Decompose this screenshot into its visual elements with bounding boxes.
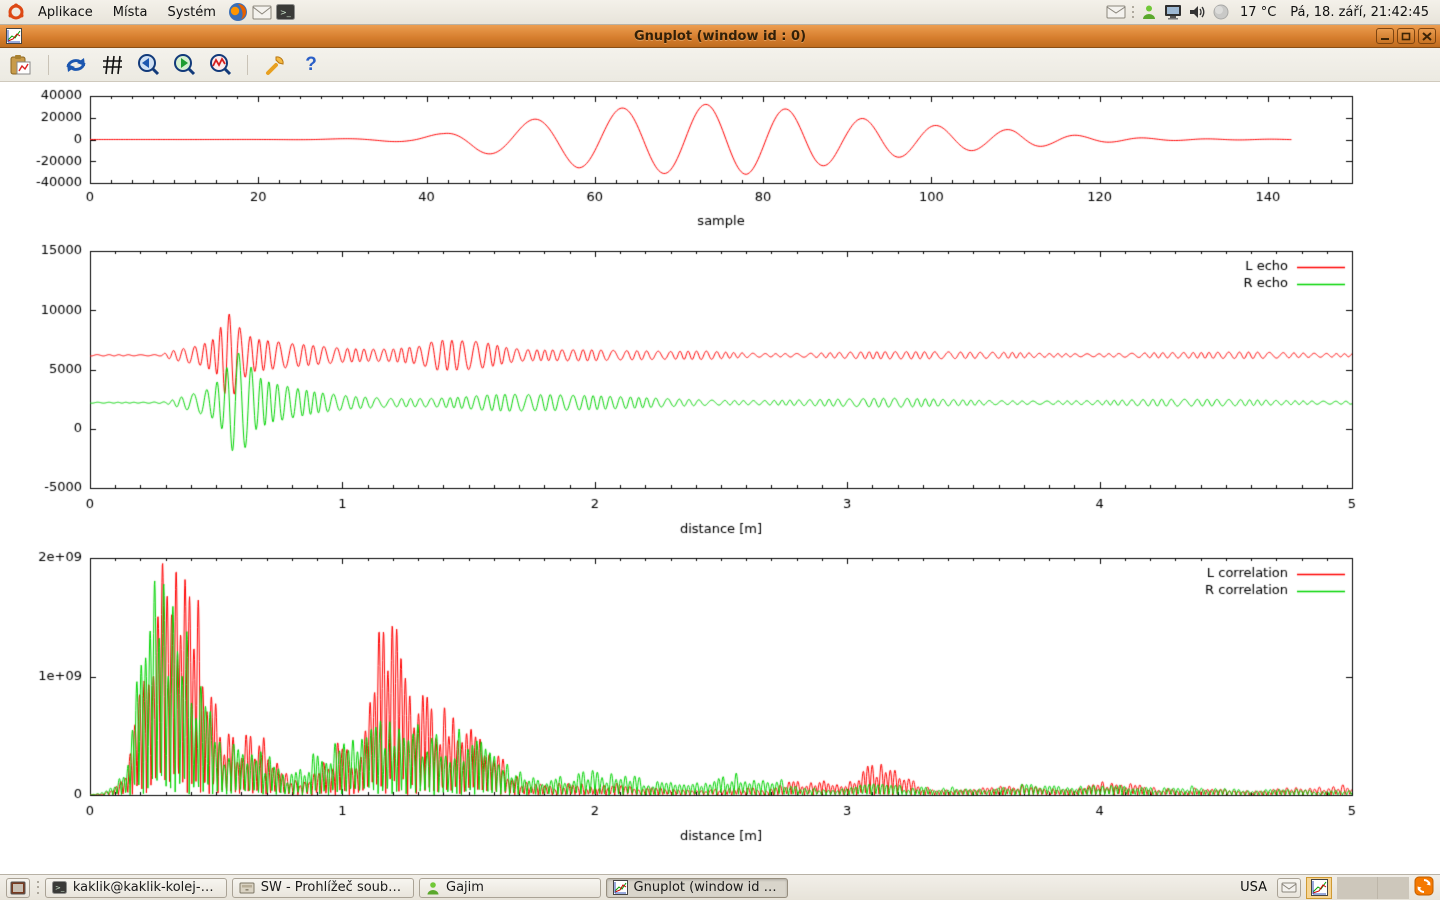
taskbar-grip[interactable] — [35, 880, 40, 896]
trash-applet[interactable] — [1414, 876, 1434, 900]
maximize-button[interactable] — [1397, 28, 1415, 44]
copy-to-clipboard-button[interactable] — [8, 52, 34, 78]
taskbar-button-label: Gnuplot (window id : 0) — [634, 880, 781, 895]
file-manager-icon — [239, 881, 255, 894]
volume-icon[interactable] — [1187, 2, 1207, 22]
mail-launcher-icon[interactable] — [252, 2, 272, 22]
window-list-empty-area — [1337, 877, 1409, 899]
firefox-icon[interactable] — [228, 2, 248, 22]
tray-gnuplot-button[interactable] — [1306, 877, 1332, 899]
menu-system-label: Systém — [167, 5, 215, 20]
temperature-indicator[interactable]: 17 °C — [1235, 5, 1281, 20]
echo-signals-chart[interactable] — [0, 240, 1440, 545]
tray-mail-button[interactable] — [1277, 878, 1301, 898]
terminal-icon: >_ — [52, 881, 67, 894]
toolbar-separator — [48, 55, 49, 75]
replot-button[interactable] — [63, 52, 89, 78]
taskbar-button-label: SW - Prohlížeč souborů — [261, 880, 407, 895]
help-question-glyph: ? — [305, 54, 317, 76]
taskbar-button-label: Gajim — [446, 880, 484, 895]
gnuplot-toolbar: ? — [0, 48, 1440, 82]
show-desktop-button[interactable] — [6, 878, 30, 898]
tray-mail-icon[interactable] — [1106, 2, 1126, 22]
correlation-chart[interactable] — [0, 545, 1440, 874]
menu-places[interactable]: Místa — [105, 3, 156, 22]
clock[interactable]: Pá, 18. září, 21:42:45 — [1285, 5, 1434, 20]
signal-waveform-chart[interactable] — [0, 82, 1440, 240]
toolbar-separator — [247, 55, 248, 75]
mail-icon — [1281, 882, 1297, 893]
keyboard-layout-indicator[interactable]: USA — [1235, 880, 1272, 895]
close-button[interactable] — [1418, 28, 1436, 44]
taskbar-button-gajim[interactable]: Gajim — [419, 878, 601, 898]
menu-applications-label: Aplikace — [38, 5, 93, 20]
display-icon[interactable] — [1163, 2, 1183, 22]
taskbar-button-terminal[interactable]: >_ kaklik@kaklik-kolej-u... — [45, 878, 227, 898]
menu-applications[interactable]: Aplikace — [30, 3, 101, 22]
help-button[interactable]: ? — [298, 52, 324, 78]
settings-button[interactable] — [262, 52, 288, 78]
svg-text:>_: >_ — [55, 884, 65, 892]
zoom-next-button[interactable] — [171, 52, 197, 78]
taskbar-button-file-manager[interactable]: SW - Prohlížeč souborů — [232, 878, 414, 898]
menu-system[interactable]: Systém — [159, 3, 223, 22]
gajim-status-icon[interactable] — [1139, 2, 1159, 22]
minimize-button[interactable] — [1376, 28, 1394, 44]
terminal-launcher-icon[interactable]: >_ — [276, 2, 296, 22]
weather-icon[interactable] — [1211, 2, 1231, 22]
gnuplot-icon — [613, 880, 628, 895]
trash-icon — [1414, 876, 1434, 896]
gajim-icon — [426, 881, 440, 895]
zoom-previous-button[interactable] — [135, 52, 161, 78]
window-titlebar[interactable]: Gnuplot (window id : 0) — [0, 25, 1440, 48]
gnuplot-icon — [1311, 879, 1328, 896]
taskbar-button-label: kaklik@kaklik-kolej-u... — [73, 880, 220, 895]
gnome-top-panel: Aplikace Místa Systém >_ 17 °C Pá, 1 — [0, 0, 1440, 25]
menu-places-label: Místa — [113, 5, 148, 20]
window-title: Gnuplot (window id : 0) — [0, 29, 1440, 44]
toggle-grid-button[interactable] — [99, 52, 125, 78]
svg-text:>_: >_ — [280, 8, 292, 17]
gnuplot-canvas-area — [0, 82, 1440, 874]
desktop: Aplikace Místa Systém >_ 17 °C Pá, 1 — [0, 0, 1440, 900]
tray-grip[interactable] — [1130, 4, 1135, 20]
bottom-taskbar: >_ kaklik@kaklik-kolej-u... SW - Prohlíž… — [0, 874, 1440, 900]
ubuntu-logo-icon[interactable] — [6, 2, 26, 22]
taskbar-button-gnuplot[interactable]: Gnuplot (window id : 0) — [606, 878, 788, 898]
zoom-reset-button[interactable] — [207, 52, 233, 78]
